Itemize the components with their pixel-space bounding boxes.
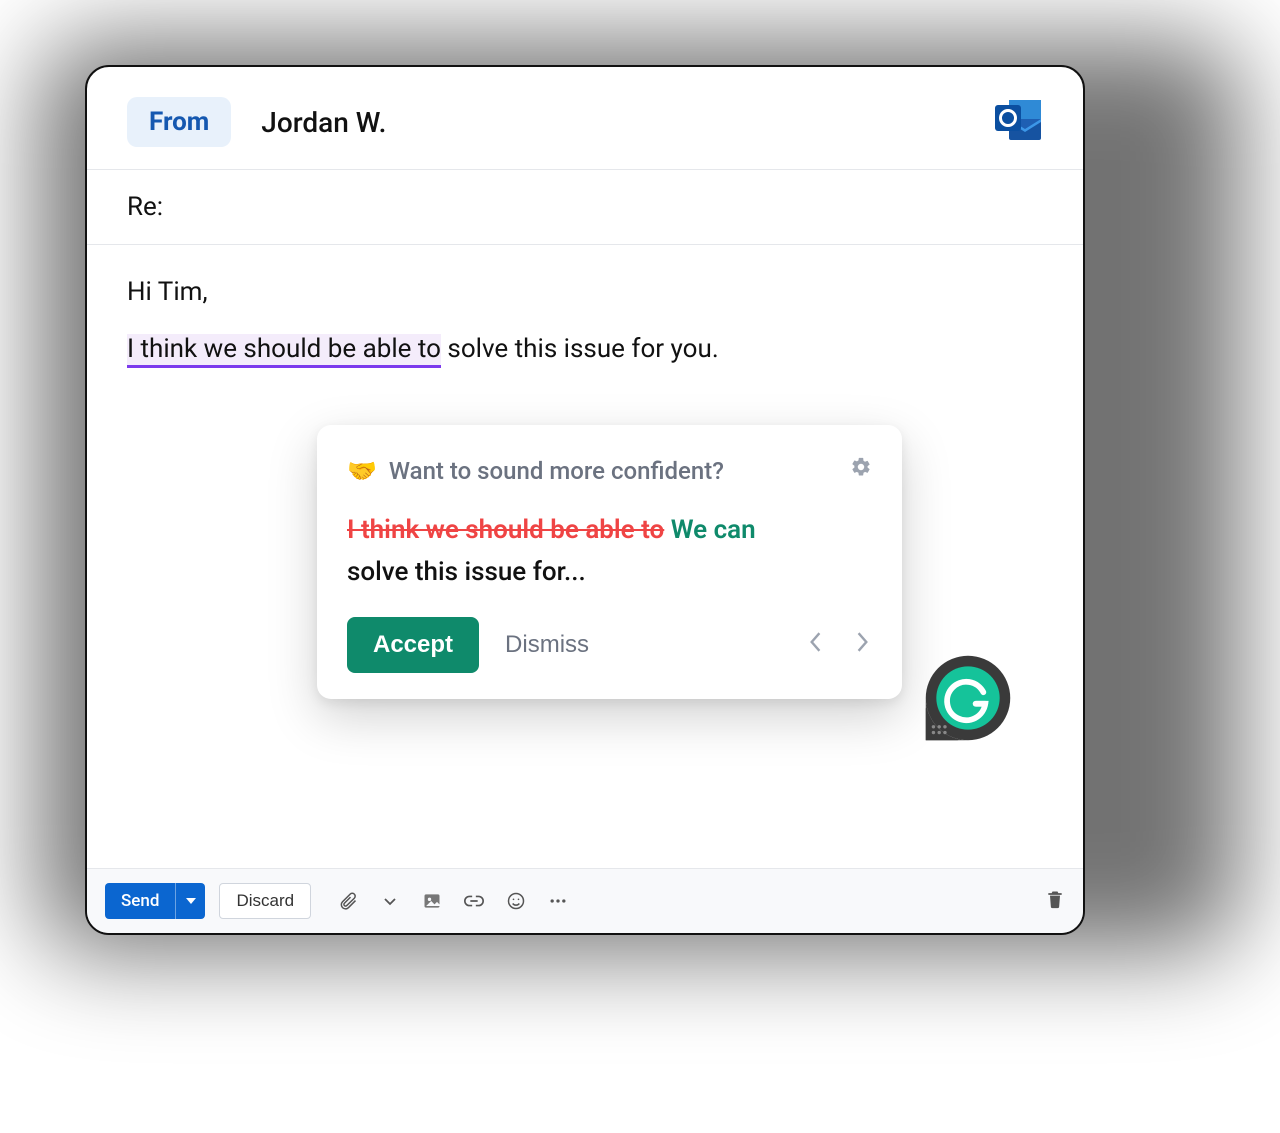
stage: From Jordan W. Re: Hi Tim, I think we sh… [0,0,1280,1133]
gear-icon[interactable] [850,451,872,490]
send-split-icon[interactable] [175,883,205,919]
from-row: From Jordan W. [87,67,1083,170]
link-icon[interactable] [463,890,485,912]
sender-name: Jordan W. [261,106,386,139]
suggestion-rest: solve this issue for... [347,554,872,592]
body-area[interactable]: Hi Tim, I think we should be able to sol… [87,245,1083,868]
nav-arrows [806,627,872,663]
greeting-text: Hi Tim, [127,273,1043,312]
discard-button[interactable]: Discard [219,883,311,919]
compose-window: From Jordan W. Re: Hi Tim, I think we sh… [85,65,1085,935]
body-rest: solve this issue for you. [441,334,719,364]
popup-title-text: Want to sound more confident? [389,453,724,489]
popup-actions: Accept Dismiss [347,617,872,673]
replacement-text: We can [671,515,756,545]
from-button[interactable]: From [127,97,231,147]
handshake-emoji: 🤝 [347,453,377,489]
popup-header: 🤝 Want to sound more confident? [347,451,872,490]
subject-row[interactable]: Re: [87,170,1083,245]
send-button[interactable]: Send [105,883,205,919]
tool-icons [337,890,569,912]
suggestion-text: I think we should be able to We can solv… [347,512,872,591]
dismiss-button[interactable]: Dismiss [505,631,589,659]
body-line: I think we should be able to solve this … [127,330,1043,369]
footer-toolbar: Send Discard [87,868,1083,933]
accept-button[interactable]: Accept [347,617,479,673]
outlook-icon [995,97,1043,141]
more-icon[interactable] [547,890,569,912]
grammarly-popup: 🤝 Want to sound more confident? I think … [317,425,902,699]
chevron-down-icon[interactable] [379,890,401,912]
trash-icon[interactable] [1045,888,1065,914]
attach-icon[interactable] [337,890,359,912]
highlighted-text: I think we should be able to [127,334,441,368]
send-label: Send [105,883,175,919]
strike-text: I think we should be able to [347,515,664,545]
prev-icon[interactable] [806,627,824,663]
emoji-icon[interactable] [505,890,527,912]
image-icon[interactable] [421,890,443,912]
next-icon[interactable] [854,627,872,663]
popup-title: 🤝 Want to sound more confident? [347,453,724,489]
grammarly-floating-icon[interactable] [920,650,1016,746]
